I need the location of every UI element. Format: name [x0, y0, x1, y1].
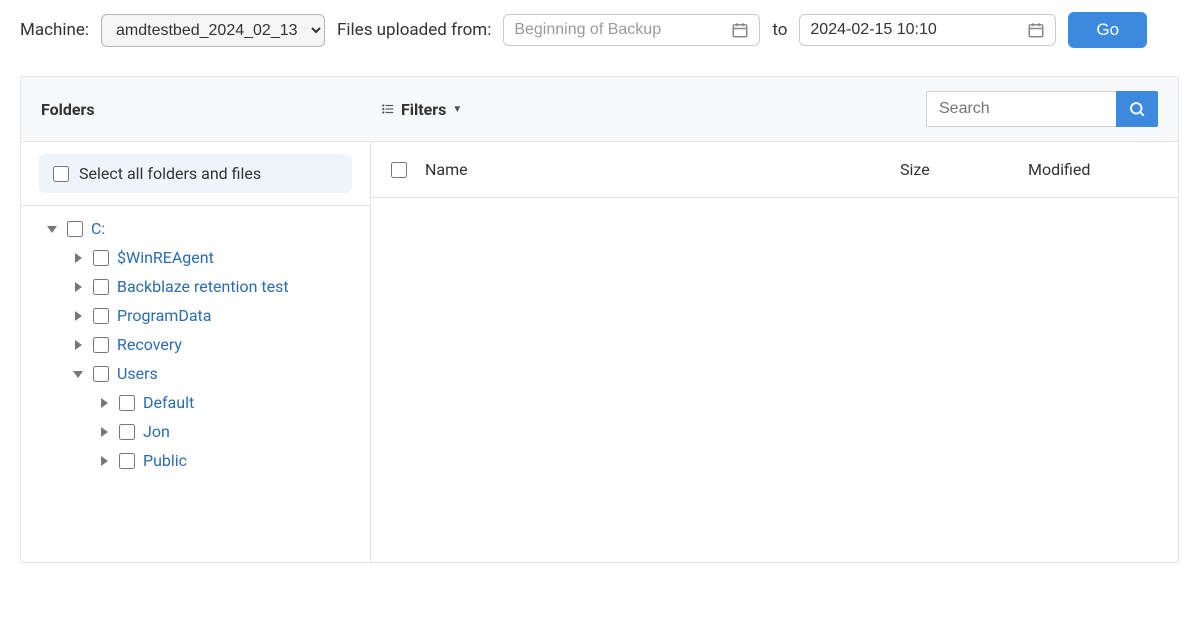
panel-header: Folders Filters ▼	[21, 77, 1178, 142]
calendar-icon	[731, 21, 749, 39]
column-header-name[interactable]: Name	[425, 160, 882, 179]
triangle-right-icon	[99, 456, 109, 466]
machine-select[interactable]: amdtestbed_2024_02_13	[101, 14, 325, 47]
tree-checkbox[interactable]	[67, 221, 83, 237]
triangle-right-icon	[73, 311, 83, 321]
tree-checkbox[interactable]	[119, 424, 135, 440]
tree-checkbox[interactable]	[93, 308, 109, 324]
triangle-right-icon	[73, 282, 83, 292]
triangle-right-icon	[73, 340, 83, 350]
tree-row-backblaze: Backblaze retention test	[31, 272, 360, 301]
search-input[interactable]	[926, 91, 1116, 127]
uploaded-from-label: Files uploaded from:	[337, 20, 491, 40]
folder-link[interactable]: Recovery	[117, 335, 182, 354]
tree-checkbox[interactable]	[93, 366, 109, 382]
tree-toggle[interactable]	[45, 222, 59, 236]
folder-link[interactable]: $WinREAgent	[117, 248, 214, 267]
tree-row-jon: Jon	[31, 417, 360, 446]
tree-toggle[interactable]	[71, 309, 85, 323]
tree-toggle[interactable]	[71, 367, 85, 381]
tree-row-winreagent: $WinREAgent	[31, 243, 360, 272]
file-table-header: Name Size Modified	[371, 142, 1178, 197]
panel-body: Select all folders and files C:	[21, 142, 1178, 562]
tree-row-users: Users	[31, 359, 360, 388]
calendar-icon	[1027, 21, 1045, 39]
triangle-right-icon	[99, 427, 109, 437]
tree-checkbox[interactable]	[93, 337, 109, 353]
tree-toggle[interactable]	[97, 454, 111, 468]
tree-toggle[interactable]	[97, 425, 111, 439]
tree-toggle[interactable]	[71, 251, 85, 265]
select-all-row: Select all folders and files	[21, 142, 370, 205]
date-from-field[interactable]	[503, 14, 760, 46]
go-button[interactable]: Go	[1068, 12, 1147, 48]
folder-link[interactable]: ProgramData	[117, 306, 211, 325]
tree-toggle[interactable]	[97, 396, 111, 410]
divider	[371, 197, 1178, 198]
tree-checkbox[interactable]	[119, 395, 135, 411]
select-all-files-checkbox[interactable]	[391, 162, 407, 178]
browse-panel: Folders Filters ▼	[20, 76, 1179, 563]
triangle-right-icon	[73, 253, 83, 263]
folder-tree-column: Select all folders and files C:	[21, 142, 371, 562]
tree-row-recovery: Recovery	[31, 330, 360, 359]
tree-row-programdata: ProgramData	[31, 301, 360, 330]
column-header-size[interactable]: Size	[900, 160, 1010, 179]
select-all-checkbox[interactable]	[53, 166, 69, 182]
folder-link[interactable]: Jon	[143, 422, 170, 441]
tree-row-public: Public	[31, 446, 360, 475]
machine-label: Machine:	[20, 20, 89, 40]
select-all-pill[interactable]: Select all folders and files	[39, 154, 352, 193]
folder-link[interactable]: Backblaze retention test	[117, 277, 289, 296]
column-header-modified[interactable]: Modified	[1028, 160, 1158, 179]
folder-link[interactable]: C:	[91, 219, 105, 238]
folders-heading: Folders	[41, 100, 361, 119]
triangle-right-icon	[99, 398, 109, 408]
tree-toggle[interactable]	[71, 338, 85, 352]
tree-row-default: Default	[31, 388, 360, 417]
tree-checkbox[interactable]	[93, 279, 109, 295]
date-from-input[interactable]	[514, 21, 721, 39]
select-all-label: Select all folders and files	[79, 164, 261, 183]
date-to-input[interactable]	[810, 21, 1017, 39]
list-icon	[381, 102, 395, 116]
date-to-field[interactable]	[799, 14, 1056, 46]
search-button[interactable]	[1116, 91, 1158, 127]
tree-checkbox[interactable]	[93, 250, 109, 266]
to-label: to	[772, 20, 787, 40]
search-group	[926, 91, 1158, 127]
folder-link[interactable]: Public	[143, 451, 187, 470]
chevron-down-icon: ▼	[452, 104, 462, 115]
tree-toggle[interactable]	[71, 280, 85, 294]
filters-label: Filters	[401, 100, 446, 119]
triangle-down-icon	[47, 224, 57, 234]
folder-tree: C: $WinREAgent Backblaze retenti	[21, 206, 370, 495]
triangle-down-icon	[73, 369, 83, 379]
tree-row-c: C:	[31, 214, 360, 243]
folder-link[interactable]: Users	[117, 364, 158, 383]
folder-link[interactable]: Default	[143, 393, 194, 412]
file-list-column: Name Size Modified	[371, 142, 1178, 562]
search-icon	[1128, 100, 1146, 118]
top-filter-bar: Machine: amdtestbed_2024_02_13 Files upl…	[20, 12, 1179, 48]
tree-checkbox[interactable]	[119, 453, 135, 469]
filters-toggle[interactable]: Filters ▼	[381, 100, 462, 119]
